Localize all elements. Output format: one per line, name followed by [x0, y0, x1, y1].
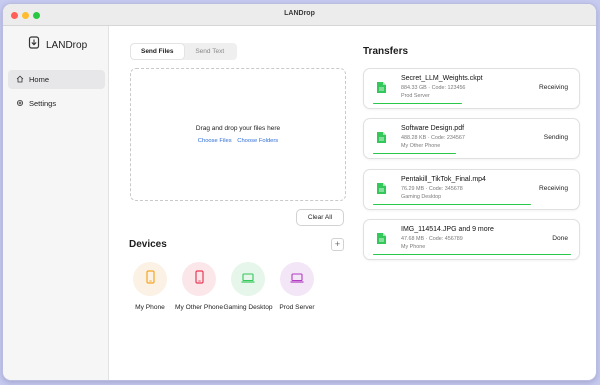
- device-avatar: [182, 262, 216, 296]
- transfer-status: Receiving: [539, 84, 568, 91]
- choose-files-link[interactable]: Choose Files: [198, 138, 232, 144]
- transfer-file-name: IMG_114514.JPG and 9 more: [401, 226, 494, 233]
- file-icon: [376, 81, 387, 99]
- progress-fill: [373, 152, 457, 154]
- progress-fill: [373, 253, 571, 255]
- transfer-card[interactable]: Software Design.pdf 488.28 KB · Code: 23…: [363, 118, 580, 159]
- transfer-device: Prod Server: [401, 93, 430, 99]
- drop-label: Drag and drop your files here: [195, 125, 281, 132]
- device-gaming-desktop[interactable]: Gaming Desktop: [222, 262, 274, 313]
- sidebar-item-label: Home: [29, 75, 50, 84]
- transfer-meta: 488.28 KB · Code: 234567: [401, 135, 465, 141]
- phone-icon: [145, 269, 155, 289]
- send-mode-tabs: Send Files Send Text: [130, 43, 237, 60]
- transfer-card[interactable]: Pentakill_TikTok_Final.mp4 76.29 MB · Co…: [363, 169, 580, 210]
- file-icon: [376, 182, 387, 200]
- device-name: My Phone: [135, 304, 165, 311]
- device-avatar: [133, 262, 167, 296]
- main-content: Send Files Send Text Drag and drop your …: [110, 26, 596, 380]
- transfer-status: Done: [552, 235, 568, 242]
- transfer-device: My Other Phone: [401, 143, 441, 149]
- transfer-card[interactable]: IMG_114514.JPG and 9 more 47.68 MB · Cod…: [363, 219, 580, 260]
- drop-links: Choose Files Choose Folders: [131, 138, 345, 144]
- sidebar-item-settings[interactable]: Settings: [8, 94, 105, 113]
- transfer-meta: 884.33 GB · Code: 123456: [401, 85, 466, 91]
- transfer-meta: 47.68 MB · Code: 456789: [401, 236, 463, 242]
- transfer-progress: [373, 102, 571, 104]
- sidebar: LANDrop Home Settings: [3, 26, 109, 380]
- app-name: LANDrop: [46, 39, 88, 51]
- app-window: LANDrop LANDrop Home Settings Send Files…: [2, 3, 597, 381]
- file-drop-zone[interactable]: Drag and drop your files here Choose Fil…: [130, 68, 346, 201]
- transfer-progress: [373, 203, 571, 205]
- laptop-icon: [241, 270, 255, 288]
- transfer-status: Receiving: [539, 185, 568, 192]
- device-my-phone[interactable]: My Phone: [124, 262, 176, 313]
- file-icon: [376, 131, 387, 149]
- add-device-button[interactable]: +: [331, 238, 344, 251]
- transfer-card[interactable]: Secret_LLM_Weights.ckpt 884.33 GB · Code…: [363, 68, 580, 109]
- gear-icon: [16, 99, 24, 109]
- transfer-progress: [373, 152, 571, 154]
- transfer-file-name: Pentakill_TikTok_Final.mp4: [401, 176, 486, 183]
- device-name: Gaming Desktop: [223, 304, 273, 311]
- sidebar-item-label: Settings: [29, 99, 57, 108]
- device-name: Prod Server: [279, 304, 315, 311]
- device-prod-server[interactable]: Prod Server: [271, 262, 323, 313]
- choose-folders-link[interactable]: Choose Folders: [237, 138, 278, 144]
- transfer-meta: 76.29 MB · Code: 345678: [401, 186, 463, 192]
- title-bar: LANDrop: [3, 4, 596, 26]
- transfer-status: Sending: [543, 134, 568, 141]
- progress-fill: [373, 102, 463, 104]
- transfer-device: My Phone: [401, 244, 426, 250]
- device-name: My Other Phone: [174, 304, 223, 311]
- transfer-file-name: Software Design.pdf: [401, 125, 465, 132]
- sidebar-item-home[interactable]: Home: [8, 70, 105, 89]
- tab-send-files[interactable]: Send Files: [131, 44, 184, 59]
- device-my-other-phone[interactable]: My Other Phone: [173, 262, 225, 313]
- app-brand: LANDrop: [28, 36, 87, 54]
- transfer-progress: [373, 253, 571, 255]
- phone-icon: [194, 269, 204, 289]
- device-avatar: [280, 262, 314, 296]
- landrop-logo-icon: [28, 36, 40, 54]
- device-avatar: [231, 262, 265, 296]
- file-icon: [376, 232, 387, 250]
- devices-title: Devices: [129, 239, 167, 250]
- progress-fill: [373, 203, 532, 205]
- transfer-device: Gaming Desktop: [401, 194, 442, 200]
- transfers-title: Transfers: [363, 46, 409, 57]
- home-icon: [16, 75, 24, 85]
- laptop-icon: [290, 270, 304, 288]
- window-title: LANDrop: [284, 10, 315, 17]
- clear-all-button[interactable]: Clear All: [296, 209, 344, 226]
- transfer-file-name: Secret_LLM_Weights.ckpt: [401, 75, 483, 82]
- tab-send-text[interactable]: Send Text: [184, 44, 237, 59]
